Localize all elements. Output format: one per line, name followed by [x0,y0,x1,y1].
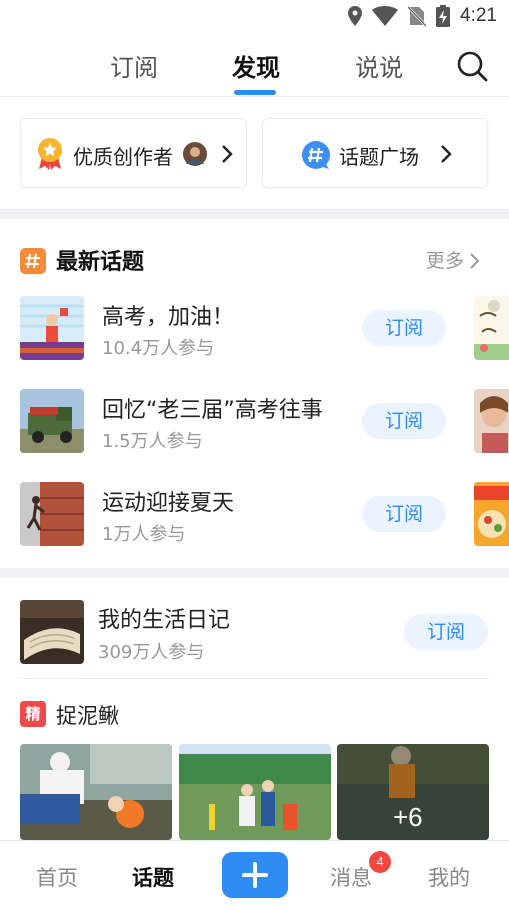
featured-title[interactable]: 捉泥鳅 [56,700,119,730]
subscribe-button[interactable]: 订阅 [404,614,488,650]
diary-thumbnail [20,600,84,664]
nav-profile[interactable]: 我的 [428,862,470,892]
hashtag-icon [302,141,330,169]
topic-row[interactable]: 运动迎接夏天 1万人参与 订阅 [0,482,509,552]
topic-square-card[interactable]: 话题广场 [262,118,488,188]
divider [20,678,489,679]
topic-thumbnail [20,296,84,360]
featured-photo[interactable]: +6 [337,744,489,840]
chevron-right-icon [222,145,233,163]
star-medal-icon [38,138,62,170]
nav-topics[interactable]: 话题 [132,862,174,892]
wifi-icon [372,6,399,26]
featured-photo[interactable] [20,744,172,840]
chevron-right-icon [441,145,452,163]
plus-icon [242,862,268,888]
nav-home[interactable]: 首页 [36,862,78,892]
subscribe-button[interactable]: 订阅 [362,310,446,346]
topic-thumbnail-peek [474,296,509,360]
diary-participants: 309万人参与 [98,642,205,663]
topic-row[interactable]: 回忆“老三届”高考往事 1.5万人参与 订阅 [0,389,509,459]
featured-photo[interactable] [179,744,331,840]
battery-charging-icon [436,5,451,27]
tab-posts[interactable]: 说说 [355,48,403,83]
search-icon[interactable] [456,50,488,82]
subscribe-button[interactable]: 订阅 [362,496,446,532]
topic-row[interactable]: 高考，加油！ 10.4万人参与 订阅 [0,296,509,366]
topic-square-label: 话题广场 [339,145,419,169]
location-icon [348,6,363,26]
topic-participants: 1.5万人参与 [102,431,203,452]
subscribe-button[interactable]: 订阅 [362,403,446,439]
quality-creators-card[interactable]: 优质创作者 [20,118,247,188]
status-bar: 4:21 [0,0,509,34]
section-separator [0,209,509,219]
avatar [183,142,207,166]
chevron-right-icon [470,253,480,269]
hashtag-icon [20,248,46,274]
topic-thumbnail-peek [474,389,509,453]
topic-participants: 1万人参与 [102,524,186,545]
active-tab-indicator [234,90,276,95]
topic-title: 回忆“老三届”高考往事 [102,398,323,423]
tab-subscribe[interactable]: 订阅 [110,48,158,83]
topic-thumbnail [20,389,84,453]
more-label: 更多 [426,250,465,272]
topic-title: 运动迎接夏天 [102,491,235,516]
diary-topic-row[interactable]: 我的生活日记 309万人参与 订阅 [0,600,509,666]
no-sim-icon [408,6,427,27]
latest-topics-title: 最新话题 [56,250,145,275]
bottom-nav: 首页 话题 消息 4 我的 [0,840,509,908]
section-separator [0,568,509,578]
add-button[interactable] [222,852,288,898]
tab-discover[interactable]: 发现 [232,48,280,83]
topic-thumbnail-peek [474,482,509,546]
topic-thumbnail [20,482,84,546]
diary-title: 我的生活日记 [98,608,231,633]
featured-tag: 精 [20,701,46,727]
clock: 4:21 [460,5,497,26]
top-tab-bar: 订阅 发现 说说 [0,34,509,97]
more-photos-count: +6 [393,802,423,832]
topic-title: 高考，加油！ [102,305,235,330]
quality-creators-label: 优质创作者 [73,145,173,169]
topic-participants: 10.4万人参与 [102,338,215,359]
message-badge: 4 [369,851,391,873]
more-link[interactable]: 更多 [426,246,480,273]
nav-messages[interactable]: 消息 [330,862,372,892]
